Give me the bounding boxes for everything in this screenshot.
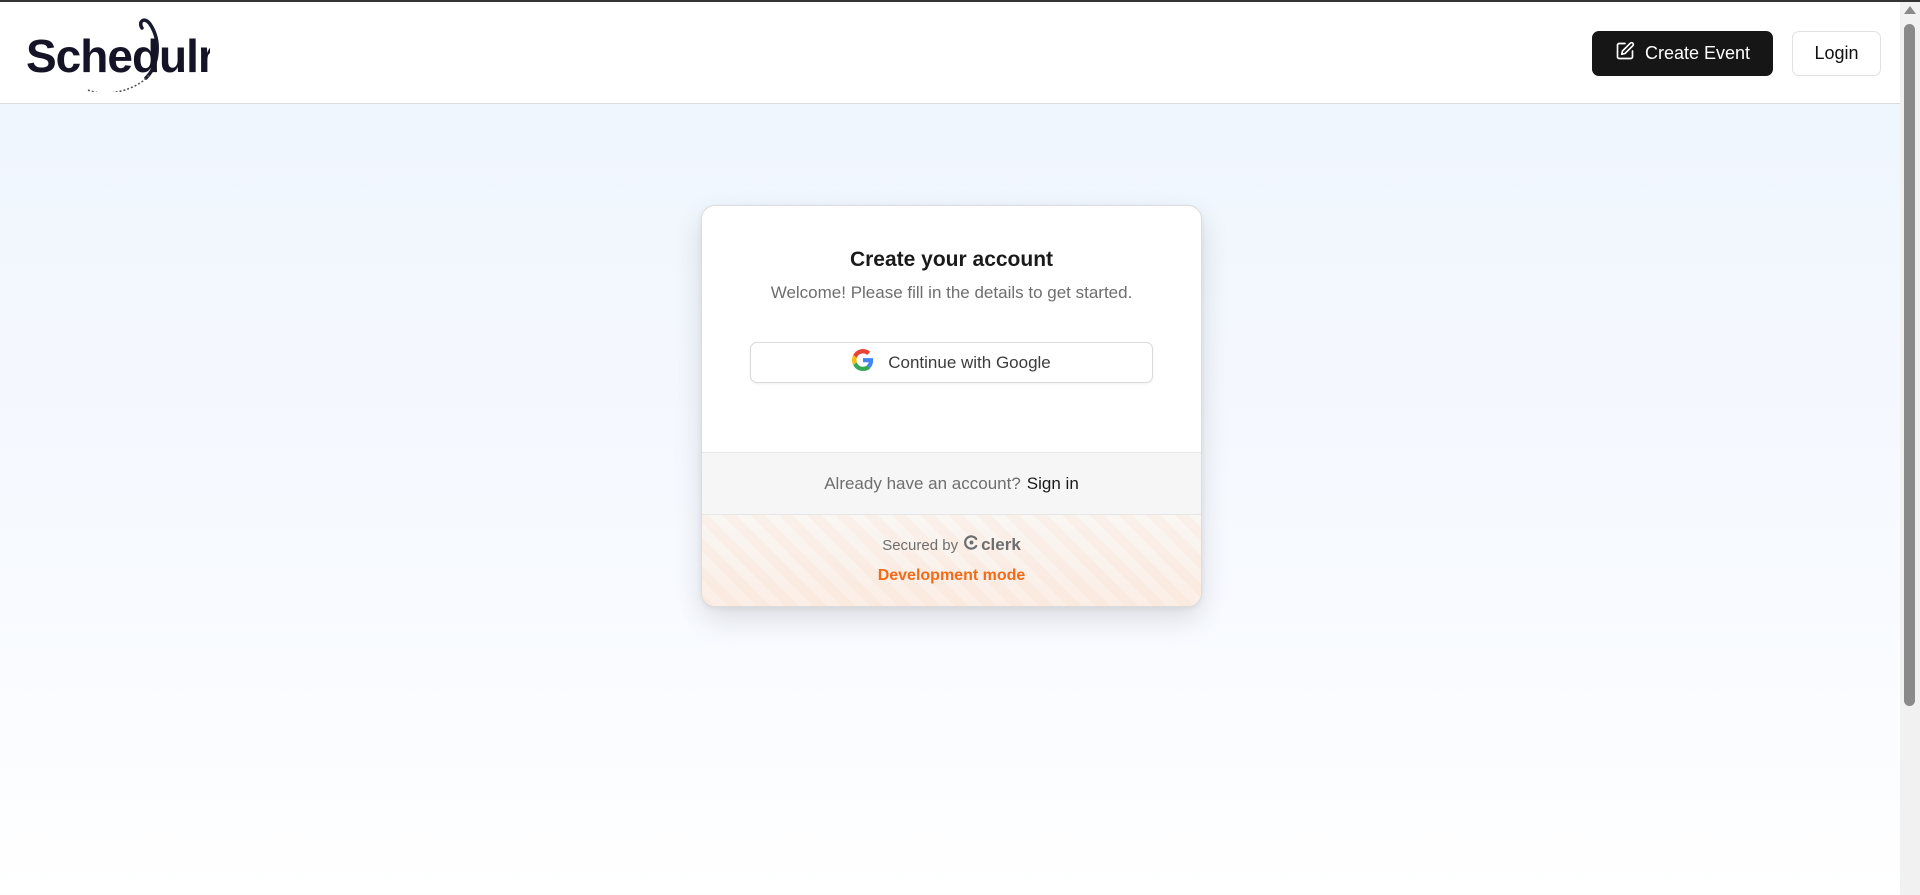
continue-with-google-label: Continue with Google xyxy=(888,352,1051,372)
svg-text:Schedulrr: Schedulrr xyxy=(26,30,210,82)
top-navbar: Schedulrr Create Event Login xyxy=(0,2,1900,104)
create-event-label: Create Event xyxy=(1644,43,1751,63)
page-scrollbar[interactable] xyxy=(1900,2,1920,895)
secured-by-row: Secured by clerk xyxy=(702,535,1201,555)
development-mode-badge: Development mode xyxy=(877,567,1026,584)
clerk-brand-link[interactable]: clerk xyxy=(964,535,1021,555)
scroll-up-arrow-icon[interactable] xyxy=(1904,6,1916,14)
schedulrr-logo[interactable]: Schedulrr xyxy=(26,16,210,92)
google-logo-icon xyxy=(852,349,874,376)
already-have-account-text: Already have an account? xyxy=(824,473,1021,493)
clerk-logo-icon xyxy=(964,535,979,555)
signup-title: Create your account xyxy=(849,248,1054,271)
signup-subtitle: Welcome! Please fill in the details to g… xyxy=(770,283,1133,302)
create-event-button[interactable]: Create Event xyxy=(1592,31,1773,76)
signup-card: Create your account Welcome! Please fill… xyxy=(701,205,1202,607)
schedulrr-logo-icon: Schedulrr xyxy=(26,18,210,92)
clerk-brand-text: clerk xyxy=(981,535,1021,554)
sign-in-link[interactable]: Sign in xyxy=(1027,474,1079,494)
secured-by-text: Secured by xyxy=(882,536,959,554)
login-button[interactable]: Login xyxy=(1792,31,1881,76)
signin-prompt: Already have an account? Sign in xyxy=(702,452,1201,514)
continue-with-google-button[interactable]: Continue with Google xyxy=(750,342,1153,383)
signup-card-main: Create your account Welcome! Please fill… xyxy=(702,206,1201,452)
clerk-footer: Secured by clerk Development mode xyxy=(702,514,1201,606)
scrollbar-thumb[interactable] xyxy=(1904,24,1915,706)
edit-square-icon xyxy=(1615,41,1635,66)
